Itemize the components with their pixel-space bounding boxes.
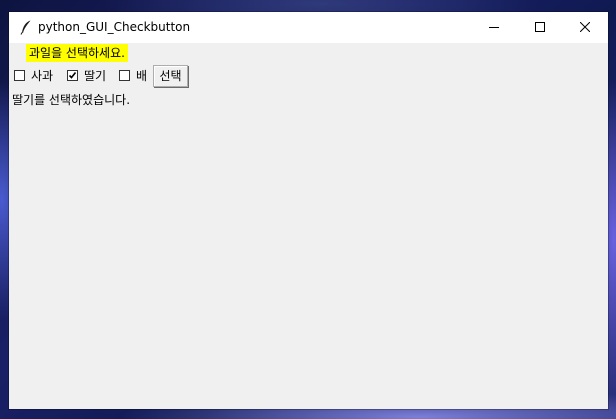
checkmark-icon [68,72,77,79]
minimize-button[interactable] [471,12,517,43]
app-window: python_GUI_Checkbutton 과일을 선택하세요. 사과 딸기 … [9,12,608,409]
select-button[interactable]: 선택 [153,65,188,87]
checkbox-strawberry-box[interactable] [67,70,78,81]
minimize-icon [489,27,499,28]
checkbox-strawberry[interactable]: 딸기 [67,68,113,84]
checkbox-apple-box[interactable] [14,70,25,81]
result-label: 딸기를 선택하였습니다. [12,93,131,107]
maximize-button[interactable] [517,12,563,43]
checkbox-strawberry-label[interactable]: 딸기 [84,68,106,84]
checkbox-apple-label[interactable]: 사과 [31,68,53,84]
prompt-label: 과일을 선택하세요. [26,44,128,62]
checkbox-pear[interactable]: 배 [119,68,149,84]
close-button[interactable] [562,12,608,43]
feather-icon [18,19,34,35]
window-title: python_GUI_Checkbutton [38,20,191,34]
maximize-icon [535,22,545,32]
close-icon [580,22,590,32]
checkbox-pear-box[interactable] [119,70,130,81]
title-bar[interactable]: python_GUI_Checkbutton [9,12,608,43]
window-content: 과일을 선택하세요. 사과 딸기 배 선택 딸기를 선택하였습니다. [9,43,608,409]
checkbox-pear-label[interactable]: 배 [136,68,147,84]
checkbox-apple[interactable]: 사과 [14,68,60,84]
